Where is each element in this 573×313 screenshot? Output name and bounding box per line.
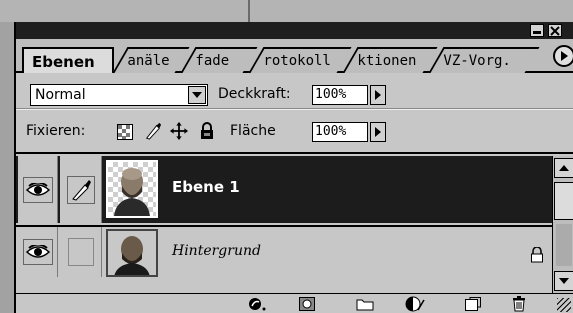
close-icon bbox=[550, 25, 560, 36]
link-cell[interactable] bbox=[60, 227, 102, 277]
lock-all-icon[interactable] bbox=[198, 122, 216, 140]
portrait-thumbnail bbox=[106, 229, 158, 277]
chevron-down-icon bbox=[559, 278, 569, 284]
triangle-right-icon bbox=[375, 127, 381, 137]
scroll-down-button[interactable] bbox=[554, 271, 573, 291]
chevron-down-icon bbox=[192, 92, 202, 98]
layer-list: Ebene 1 Hintergrund bbox=[16, 156, 552, 292]
layer-row-hintergrund[interactable]: Hintergrund bbox=[16, 225, 552, 277]
chevron-up-icon bbox=[559, 165, 569, 171]
tab-wz-vorgaben[interactable]: VZ-Vorg. bbox=[428, 47, 540, 73]
visibility-cell[interactable] bbox=[18, 227, 58, 277]
fill-slider-button[interactable] bbox=[370, 122, 386, 142]
layer-list-scrollbar[interactable] bbox=[552, 156, 573, 293]
palette-tabs: Ebenen anäle fade rotokoll ktionen VZ-Vo… bbox=[16, 39, 573, 75]
palette-menu-button[interactable] bbox=[553, 45, 573, 67]
visibility-cell[interactable] bbox=[18, 156, 58, 223]
tab-protokoll[interactable]: rotokoll bbox=[248, 47, 352, 73]
tab-label: Ebenen bbox=[32, 53, 95, 71]
link-empty-box bbox=[67, 238, 94, 266]
triangle-right-icon bbox=[561, 51, 568, 61]
brush-icon bbox=[66, 175, 95, 204]
fill-label: Fläche bbox=[230, 123, 276, 139]
desktop-divider bbox=[248, 0, 250, 22]
layer-name[interactable]: Ebene 1 bbox=[172, 178, 240, 196]
tab-aktionen[interactable]: ktionen bbox=[342, 47, 438, 73]
lock-image-icon[interactable] bbox=[144, 122, 162, 140]
trash-icon[interactable] bbox=[508, 296, 530, 312]
tab-label: anäle bbox=[127, 53, 170, 69]
eye-icon[interactable] bbox=[22, 239, 53, 265]
opacity-label: Deckkraft: bbox=[218, 86, 291, 102]
lock-label: Fixieren: bbox=[26, 123, 86, 139]
triangle-right-icon bbox=[375, 90, 381, 100]
fill-field[interactable]: 100% bbox=[312, 122, 368, 142]
blend-options-row: Normal Deckkraft: 100% bbox=[16, 73, 573, 109]
close-button[interactable] bbox=[548, 24, 562, 37]
lock-icon bbox=[530, 246, 544, 267]
tab-label: rotokoll bbox=[263, 53, 331, 69]
portrait-transparent-thumbnail bbox=[106, 160, 158, 218]
new-layer-icon[interactable] bbox=[462, 296, 484, 312]
layer-row-ebene-1[interactable]: Ebene 1 bbox=[16, 156, 552, 223]
tab-label: ktionen bbox=[357, 53, 417, 69]
lock-transparency-icon[interactable] bbox=[116, 123, 134, 141]
adjustment-layer-icon[interactable] bbox=[404, 296, 426, 312]
eye-icon[interactable] bbox=[22, 176, 53, 203]
layers-bottom-toolbar bbox=[16, 293, 573, 313]
opacity-slider-button[interactable] bbox=[370, 85, 386, 105]
blend-mode-select[interactable]: Normal bbox=[30, 84, 208, 106]
layer-name[interactable]: Hintergrund bbox=[172, 243, 261, 259]
minimize-button[interactable] bbox=[530, 24, 544, 37]
layer-mask-icon[interactable] bbox=[296, 296, 318, 312]
tab-label: VZ-Vorg. bbox=[443, 53, 511, 69]
desktop-background bbox=[0, 0, 573, 22]
opacity-field[interactable]: 100% bbox=[312, 85, 368, 105]
resize-grip-icon[interactable] bbox=[557, 298, 571, 312]
palette-titlebar[interactable] bbox=[16, 22, 573, 39]
tab-label: fade bbox=[195, 53, 230, 69]
scroll-thumb[interactable] bbox=[554, 182, 573, 220]
tab-ebenen[interactable]: Ebenen bbox=[22, 47, 114, 75]
tab-kanaele[interactable]: anäle bbox=[112, 47, 190, 73]
blend-mode-value: Normal bbox=[35, 87, 86, 103]
lock-position-icon[interactable] bbox=[170, 122, 188, 140]
new-set-icon[interactable] bbox=[354, 296, 376, 312]
tab-pfade[interactable]: fade bbox=[180, 47, 258, 73]
link-cell[interactable] bbox=[60, 156, 102, 223]
scroll-up-button[interactable] bbox=[554, 158, 573, 178]
desktop-background-left bbox=[0, 22, 14, 313]
scroll-track[interactable] bbox=[556, 224, 572, 266]
lock-options-row: Fixieren: Fläche 100% bbox=[16, 109, 573, 154]
layer-style-icon[interactable] bbox=[246, 296, 268, 312]
dropdown-arrow[interactable] bbox=[188, 86, 206, 104]
layers-palette: Ebenen anäle fade rotokoll ktionen VZ-Vo… bbox=[14, 22, 573, 313]
